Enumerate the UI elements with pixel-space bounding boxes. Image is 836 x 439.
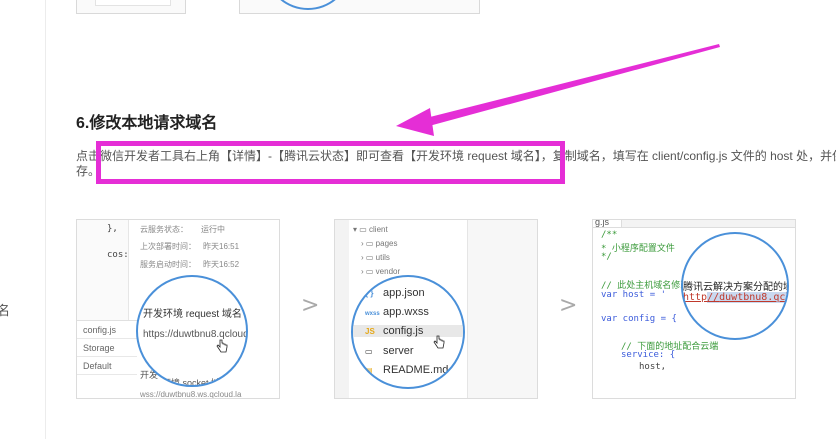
file-readme[interactable]: ▤ README.md [365,364,448,376]
step-separator-icon: > [559,293,578,318]
previous-screenshot-thumb-2 [239,0,480,14]
socket-domain-label: 环境 socket 域名 [162,378,230,387]
magnifier-host-url: 腾讯云解决方案分配的域名 http//duwtbnu8.qcloud.la' [681,232,789,340]
tree-folder-utils[interactable]: › ▭ utils [361,253,390,262]
step-screenshot-config-code: g.js /** * 小程序配置文件 */ // 此处主机域名修改成 var h… [592,219,796,399]
wxss-file-icon: wxss [365,311,380,317]
request-domain-url: https://duwtbnu8.qcloud [143,329,248,340]
debug-panel-rows: config.js Storage Default [77,320,137,398]
socket-url-text: wss://duwtbnu8.ws.qcloud.la [140,390,242,399]
magnifier-request-domain: 开发环境 request 域名 https://duwtbnu8.qcloud … [136,275,248,387]
json-file-icon: { } [365,289,374,298]
step-separator-icon: > [301,293,320,318]
annotation-highlight-box [96,141,565,184]
assigned-domain-note: 腾讯云解决方案分配的域名 [683,278,787,293]
sidebar-edge-text: 名 [0,303,11,318]
code-service-line: service: { [621,350,676,360]
cloud-status-label: 云服务状态： [140,225,188,234]
code-config-line: var config = { [601,314,677,324]
host-url-highlight: http//duwtbnu8.qcloud.la' [683,292,787,303]
left-sidebar-rail: 名 [0,0,46,439]
section-heading: 6.修改本地请求域名 [76,115,218,132]
code-brace: }, [107,224,118,234]
step-screenshot-file-tree: ▾ ▭ client › ▭ pages › ▭ utils › ▭ vendo… [334,219,538,399]
last-deploy-label: 上次部署时间： [140,242,196,251]
file-tab-config[interactable]: config.js [77,321,137,339]
code-comment-2: * 小程序配置文件 [601,244,675,254]
default-row: Default [77,357,137,375]
markdown-file-icon: ▤ [365,366,373,375]
tree-folder-vendor[interactable]: › ▭ vendor [361,267,400,276]
hand-cursor-icon [433,335,445,349]
service-start-value: 昨天16:52 [203,260,240,269]
previous-screenshot-thumb-1 [76,0,186,14]
js-file-icon: JS [365,327,375,336]
tree-folder-client[interactable]: ▾ ▭ client [353,225,388,234]
code-editor-strip: }, cos: [77,220,129,320]
code-host-line: var host = ' [601,290,667,300]
code-comment-3: */ [601,252,612,262]
storage-tab[interactable]: Storage [77,339,137,357]
magnifier-file-tree: { } app.json wxss app.wxss JS config.js ▭ se… [351,275,465,389]
file-config-js[interactable]: JS config.js [353,325,463,337]
file-app-wxss[interactable]: wxss app.wxss [365,306,429,318]
hand-cursor-icon [216,339,228,353]
code-cos: cos: [107,250,129,260]
editor-tabbar: g.js [593,220,795,228]
folder-server[interactable]: ▭ server [365,345,414,357]
step-screenshot-details-panel: }, cos: 云服务状态： 运行中 上次部署时间： 昨天16:51 服务启动时… [76,219,280,399]
code-comment-1: /** [601,230,618,240]
last-deploy-value: 昨天16:51 [203,242,240,251]
code-host-key: host, [639,362,667,372]
service-start-label: 服务启动时间： [140,260,196,269]
request-domain-title: 开发环境 request 域名 [143,309,242,320]
file-app-json[interactable]: { } app.json [365,287,425,299]
cloud-status-value: 运行中 [201,225,225,234]
folder-icon: ▭ [365,347,373,356]
tree-folder-pages[interactable]: › ▭ pages [361,239,397,248]
editor-tab-config[interactable]: g.js [593,220,623,227]
